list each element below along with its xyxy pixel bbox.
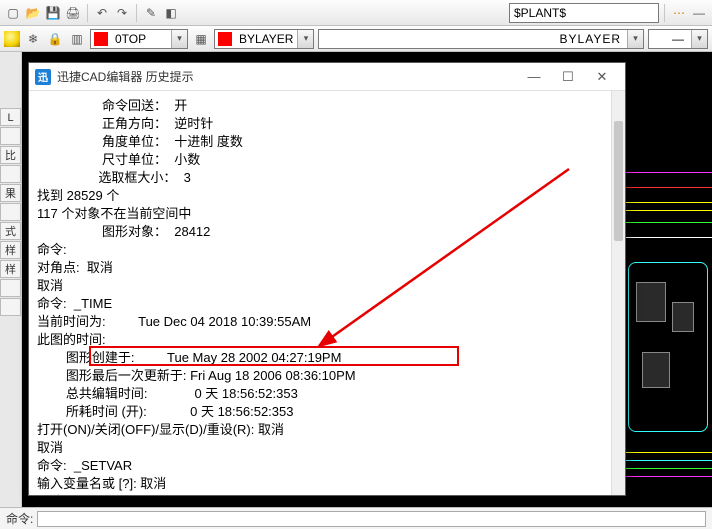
app-icon: 迅	[35, 69, 51, 85]
panel-tab[interactable]: 式	[0, 222, 21, 240]
panel-tab[interactable]	[0, 279, 21, 297]
bulb-icon[interactable]	[4, 31, 20, 47]
separator	[87, 4, 88, 22]
layer-toolbar: ❄ 🔒 ▥ 0TOP ▾ ▦ BYLAYER ▾ BYLAYER ▾ — ▾	[0, 26, 712, 52]
dialog-body[interactable]: 命令回送： 开 正角方向： 逆时针 角度单位： 十进制 度数 尺寸单位： 小数 …	[29, 91, 611, 495]
new-icon[interactable]: ▢	[4, 4, 22, 22]
layer-color-swatch	[94, 32, 108, 46]
chevron-down-icon[interactable]: ▾	[171, 30, 187, 48]
redo-icon[interactable]: ↷	[113, 4, 131, 22]
linetype-name: BYLAYER	[319, 32, 627, 46]
maximize-button[interactable]: ☐	[551, 66, 585, 88]
panel-tab[interactable]: 样	[0, 260, 21, 278]
annotation-highlight	[89, 346, 459, 366]
color-tool-icon[interactable]: ▦	[192, 30, 210, 48]
plant-field[interactable]: $PLANT$	[509, 3, 659, 23]
panel-tab[interactable]	[0, 127, 21, 145]
history-text: 命令回送： 开 正角方向： 逆时针 角度单位： 十进制 度数 尺寸单位： 小数 …	[37, 98, 450, 495]
print-icon[interactable]: 🖨	[64, 4, 82, 22]
panel-tab[interactable]: 样	[0, 241, 21, 259]
dialog-title: 迅捷CAD编辑器 历史提示	[57, 68, 517, 85]
panel-tab[interactable]	[0, 165, 21, 183]
panel-tab[interactable]	[0, 203, 21, 221]
save-icon[interactable]: 💾	[44, 4, 62, 22]
panel-tab[interactable]	[0, 298, 21, 316]
lineweight-combo[interactable]: — ▾	[648, 29, 708, 49]
command-label: 命令:	[6, 510, 33, 527]
separator	[664, 4, 665, 22]
open-icon[interactable]: 📂	[24, 4, 42, 22]
history-dialog: 迅 迅捷CAD编辑器 历史提示 ― ☐ ✕ 命令回送： 开 正角方向： 逆时针 …	[28, 62, 626, 496]
chevron-down-icon[interactable]: ▾	[627, 30, 643, 48]
panel-tab[interactable]: L	[0, 108, 21, 126]
lock-icon[interactable]: 🔒	[46, 30, 64, 48]
color-name: BYLAYER	[235, 32, 297, 46]
layer-name: 0TOP	[111, 32, 171, 46]
chevron-down-icon[interactable]: ▾	[691, 30, 707, 48]
dots-icon[interactable]: ⋯	[670, 4, 688, 22]
close-button[interactable]: ✕	[585, 66, 619, 88]
minimize-button[interactable]: ―	[517, 66, 551, 88]
color-swatch	[218, 32, 232, 46]
separator	[136, 4, 137, 22]
lineweight-value: —	[649, 32, 691, 46]
layer-prop-icon[interactable]: ▥	[68, 30, 86, 48]
panel-tab[interactable]: 比	[0, 146, 21, 164]
command-input[interactable]	[37, 511, 706, 527]
scrollbar-thumb[interactable]	[614, 121, 623, 241]
tool-icon[interactable]: ✎	[142, 4, 160, 22]
line-icon[interactable]: —	[690, 4, 708, 22]
freeze-icon[interactable]: ❄	[24, 30, 42, 48]
panel-tab[interactable]: 果	[0, 184, 21, 202]
linetype-combo[interactable]: BYLAYER ▾	[318, 29, 644, 49]
vertical-scrollbar[interactable]	[611, 91, 625, 495]
chevron-down-icon[interactable]: ▾	[297, 30, 313, 48]
left-panel: L 比 果 式 样 样	[0, 52, 22, 529]
color-combo[interactable]: BYLAYER ▾	[214, 29, 314, 49]
cad-drawing-preview	[622, 52, 712, 529]
tool-icon[interactable]: ◧	[162, 4, 180, 22]
main-toolbar: ▢ 📂 💾 🖨 ↶ ↷ ✎ ◧ $PLANT$ ⋯ —	[0, 0, 712, 26]
undo-icon[interactable]: ↶	[93, 4, 111, 22]
layer-combo[interactable]: 0TOP ▾	[90, 29, 188, 49]
plant-value: $PLANT$	[510, 6, 658, 20]
command-bar: 命令:	[0, 507, 712, 529]
dialog-titlebar[interactable]: 迅 迅捷CAD编辑器 历史提示 ― ☐ ✕	[29, 63, 625, 91]
